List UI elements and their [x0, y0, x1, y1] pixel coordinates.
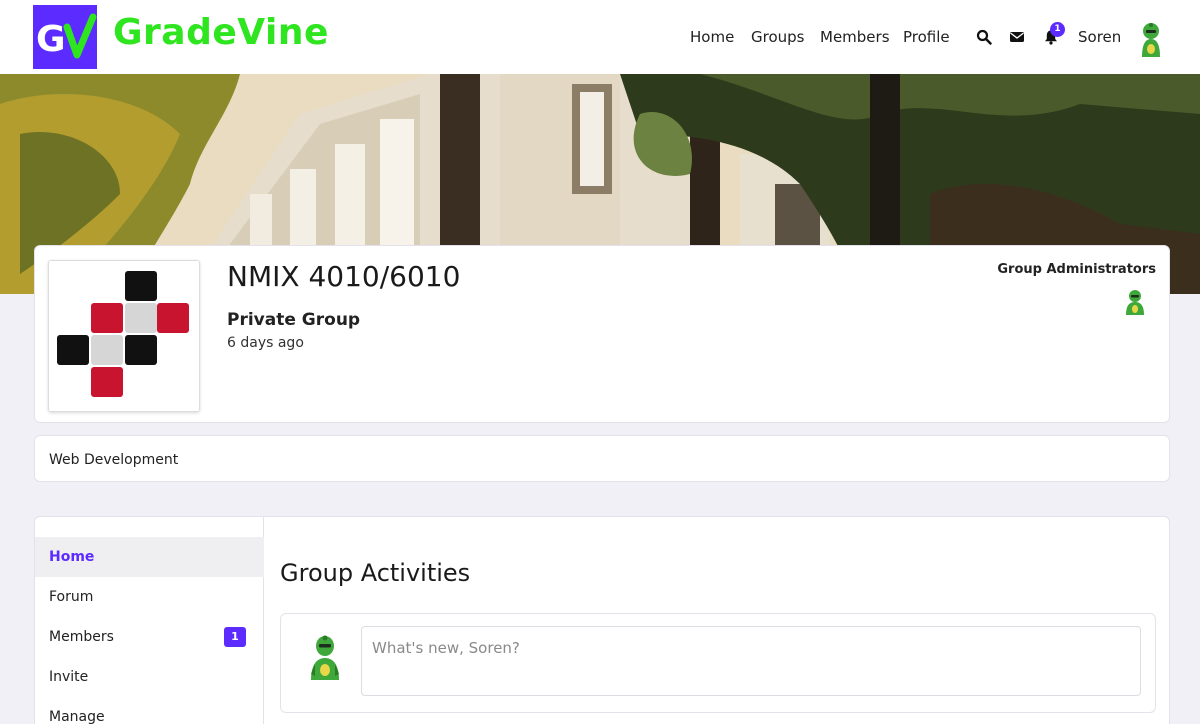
- group-main-panel: Home Forum Members 1 Invite Manage Group…: [34, 516, 1170, 724]
- logo-mark: G: [33, 5, 97, 69]
- nav-groups[interactable]: Groups: [751, 28, 804, 46]
- admin-avatar[interactable]: [1121, 288, 1149, 316]
- group-last-active: 6 days ago: [227, 335, 304, 351]
- user-avatar[interactable]: [1136, 21, 1166, 59]
- envelope-icon[interactable]: [1009, 29, 1025, 45]
- user-name[interactable]: Soren: [1078, 28, 1121, 46]
- side-nav-label: Forum: [49, 589, 94, 605]
- svg-text:G: G: [36, 19, 66, 60]
- group-side-nav: Home Forum Members 1 Invite Manage: [35, 517, 264, 724]
- members-count-badge: 1: [224, 627, 246, 647]
- nav-profile[interactable]: Profile: [903, 28, 950, 46]
- top-header: G GradeVine Home Groups Members Profile …: [0, 0, 1200, 74]
- whats-new-input[interactable]: [361, 626, 1141, 696]
- side-nav-label: Invite: [49, 669, 89, 685]
- side-nav-label: Home: [49, 549, 95, 565]
- group-logo-image: [49, 261, 199, 411]
- composer-avatar: [311, 635, 339, 680]
- nav-members[interactable]: Members: [820, 28, 890, 46]
- group-description: Web Development: [49, 452, 179, 468]
- brand-name[interactable]: GradeVine: [113, 12, 329, 53]
- notification-badge: 1: [1050, 22, 1065, 37]
- side-nav-forum[interactable]: Forum: [35, 577, 264, 617]
- group-privacy: Private Group: [227, 310, 361, 330]
- side-nav-home[interactable]: Home: [35, 537, 264, 577]
- brand-logo[interactable]: G: [33, 5, 97, 69]
- side-nav-label: Members: [49, 629, 114, 645]
- search-icon[interactable]: [976, 29, 992, 45]
- group-avatar[interactable]: [48, 260, 200, 412]
- side-nav-manage[interactable]: Manage: [35, 697, 264, 724]
- activities-title: Group Activities: [280, 559, 471, 587]
- nav-home[interactable]: Home: [690, 28, 734, 46]
- side-nav-label: Manage: [49, 709, 105, 724]
- group-title: NMIX 4010/6010: [227, 260, 461, 293]
- group-header-card: NMIX 4010/6010 Private Group 6 days ago …: [34, 245, 1170, 423]
- group-description-card: Web Development: [34, 435, 1170, 482]
- side-nav-members[interactable]: Members 1: [35, 617, 264, 657]
- side-nav-invite[interactable]: Invite: [35, 657, 264, 697]
- post-composer: [280, 613, 1156, 713]
- group-admins-label: Group Administrators: [997, 262, 1156, 277]
